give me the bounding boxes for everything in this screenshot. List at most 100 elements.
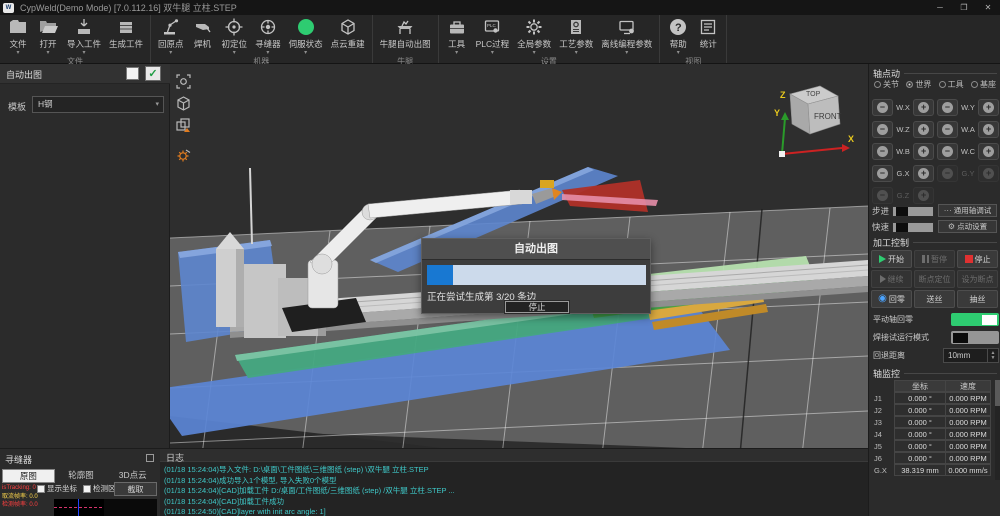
jog-plus-button-W.A[interactable]: + [978,121,999,138]
ribbon-button[interactable]: 离线编程参数▾ [597,16,656,57]
control-button-送丝[interactable]: 送丝 [914,290,955,308]
jog-minus-button-W.Z[interactable]: − [872,121,893,138]
axis-y-label: Y [774,108,780,118]
minus-icon: − [877,124,888,135]
minimize-button[interactable]: ─ [928,0,952,15]
template-select[interactable]: H钢 ▾ [32,96,164,113]
confirm-check-button[interactable]: ✓ [145,66,161,81]
jog-plus-button-W.Z[interactable]: + [913,121,934,138]
ribbon-button[interactable]: 全局参数▾ [513,16,555,57]
tab-原图[interactable]: 原图 [2,469,55,483]
spinner-arrows-icon[interactable]: ▲▼ [987,349,998,362]
ribbon-button[interactable]: 焊机 [188,16,218,57]
ribbon-button[interactable]: 点云重建 [327,16,369,57]
color-swatch-button[interactable] [126,67,139,80]
axis-debug-button[interactable]: ··· 通用轴调试 [938,204,997,217]
fit-view-icon[interactable] [174,72,193,91]
ribbon-button[interactable]: PLCPLC过程▾ [472,16,514,57]
monitor-col-coord: 坐标 [894,380,946,392]
ribbon-button[interactable]: 初定位▾ [218,16,252,57]
speed-slider-knob[interactable] [896,223,908,232]
control-button-开始[interactable]: 开始 [871,250,912,268]
jog-mode-工具[interactable]: 工具 [939,79,964,90]
iso-view-icon[interactable] [174,94,193,113]
ribbon-button[interactable]: 统计 [693,16,723,57]
retract-distance-row: 回退距离 10mm ▲▼ [873,348,999,363]
plc-icon: PLC [482,17,502,37]
jog-plus-button-W.B[interactable]: + [913,143,934,160]
jog-mode-label: 工具 [948,79,964,90]
monitor-row-J3: J30.000 °0.000 RPM [871,416,993,428]
ribbon-button[interactable]: 伺服状态▾ [285,16,327,57]
control-button-停止[interactable]: 停止 [957,250,998,268]
ribbon-button[interactable]: 打开▾ [33,16,63,57]
ribbon-button[interactable]: ?帮助▾ [663,16,693,57]
jog-plus-button-G.X[interactable]: + [913,165,934,182]
ribbon-button-label: 全局参数 [517,38,551,50]
jog-plus-button-W.X[interactable]: + [913,99,934,116]
ribbon-button[interactable]: 工艺参数▾ [555,16,597,57]
auto-draw-panel: 自动出图 ✓ 模板 H钢 ▾ [0,64,170,448]
checkbox-icon[interactable] [83,485,91,493]
jog-minus-button-W.A[interactable]: − [937,121,958,138]
checkbox-icon[interactable] [37,485,45,493]
jog-minus-button-W.B[interactable]: − [872,143,893,160]
jog-plus-button-W.C[interactable]: + [978,143,999,160]
ribbon-button[interactable]: 生成工件 [105,16,147,57]
jog-minus-button-W.X[interactable]: − [872,99,893,116]
ribbon-button[interactable]: 文件▾ [3,16,33,57]
jog-minus-button-G.X[interactable]: − [872,165,893,182]
radio-icon [874,81,881,88]
restore-button[interactable]: ❐ [952,0,976,15]
scrollbar-thumb[interactable] [995,380,1000,406]
ribbon-button-label: 生成工件 [109,38,143,50]
jog-mode-关节[interactable]: 关节 [874,79,899,90]
ribbon-button[interactable]: 牛腿自动出图 [376,16,435,57]
jog-mode-世界[interactable]: 世界 [906,79,931,90]
ellipsis-icon: ··· [944,206,952,215]
ribbon-button[interactable]: 寻缝器▾ [251,16,285,57]
file-icon [8,17,28,37]
plus-icon: + [918,124,929,135]
ribbon-button[interactable]: 导入工件▾ [63,16,105,57]
dialog-stop-button[interactable]: 停止 [505,301,569,313]
ribbon-button[interactable]: 工具▾ [442,16,472,57]
checkbox-显示坐标[interactable]: 显示坐标 [37,483,77,494]
section-view-icon[interactable] [174,116,193,135]
jog-minus-button-W.C[interactable]: − [937,143,958,160]
jog-mode-基座[interactable]: 基座 [971,79,996,90]
toolbox-icon [447,17,467,37]
viewport-3d[interactable]: TOP FRONT X Y Z 自动出图 正在尝试生成第 3/20 条边 停止 [170,64,868,455]
tab-3D点云[interactable]: 3D点云 [107,469,158,483]
jog-minus-button-W.Y[interactable]: − [937,99,958,116]
axis-speed: 0.000 mm/s [945,464,991,476]
control-button-抽丝[interactable]: 抽丝 [957,290,998,308]
import-icon [74,17,94,37]
simulation-icon[interactable] [174,146,193,165]
jog-plus-button-W.Y[interactable]: + [978,99,999,116]
dryrun-toggle[interactable] [951,331,999,344]
jog-settings-button[interactable]: ⚙ 点动设置 [938,220,997,233]
minus-icon: − [877,102,888,113]
step-slider-knob[interactable] [896,207,908,216]
tab-轮廓图[interactable]: 轮廓图 [56,469,107,483]
retract-distance-spinner[interactable]: 10mm ▲▼ [943,348,999,363]
step-slider[interactable] [892,206,934,217]
homing-toggle[interactable] [951,313,999,326]
home-icon: ◉ [878,294,887,304]
jog-settings-label: 点动设置 [957,221,987,232]
speed-slider[interactable] [892,222,934,233]
jog-axis-label: G.Y [960,169,977,178]
progress-bar [427,265,646,285]
close-button[interactable]: ✕ [976,0,1000,15]
pause-icon [922,255,929,263]
jog-mode-label: 关节 [883,79,899,90]
navigation-cube[interactable]: TOP FRONT X Y Z [768,72,854,168]
ribbon-button[interactable]: 回原点▾ [154,16,188,57]
status-readout: 取流帧率: 0.0 [2,493,38,502]
monitor-scrollbar[interactable] [995,380,1000,480]
capture-button[interactable]: 截取 [114,482,157,496]
control-button-回零[interactable]: ◉回零 [871,290,912,308]
expand-icon[interactable] [146,454,154,462]
log-entry: (01/18 15:24:50)[CAD]layer with init arc… [164,507,864,516]
